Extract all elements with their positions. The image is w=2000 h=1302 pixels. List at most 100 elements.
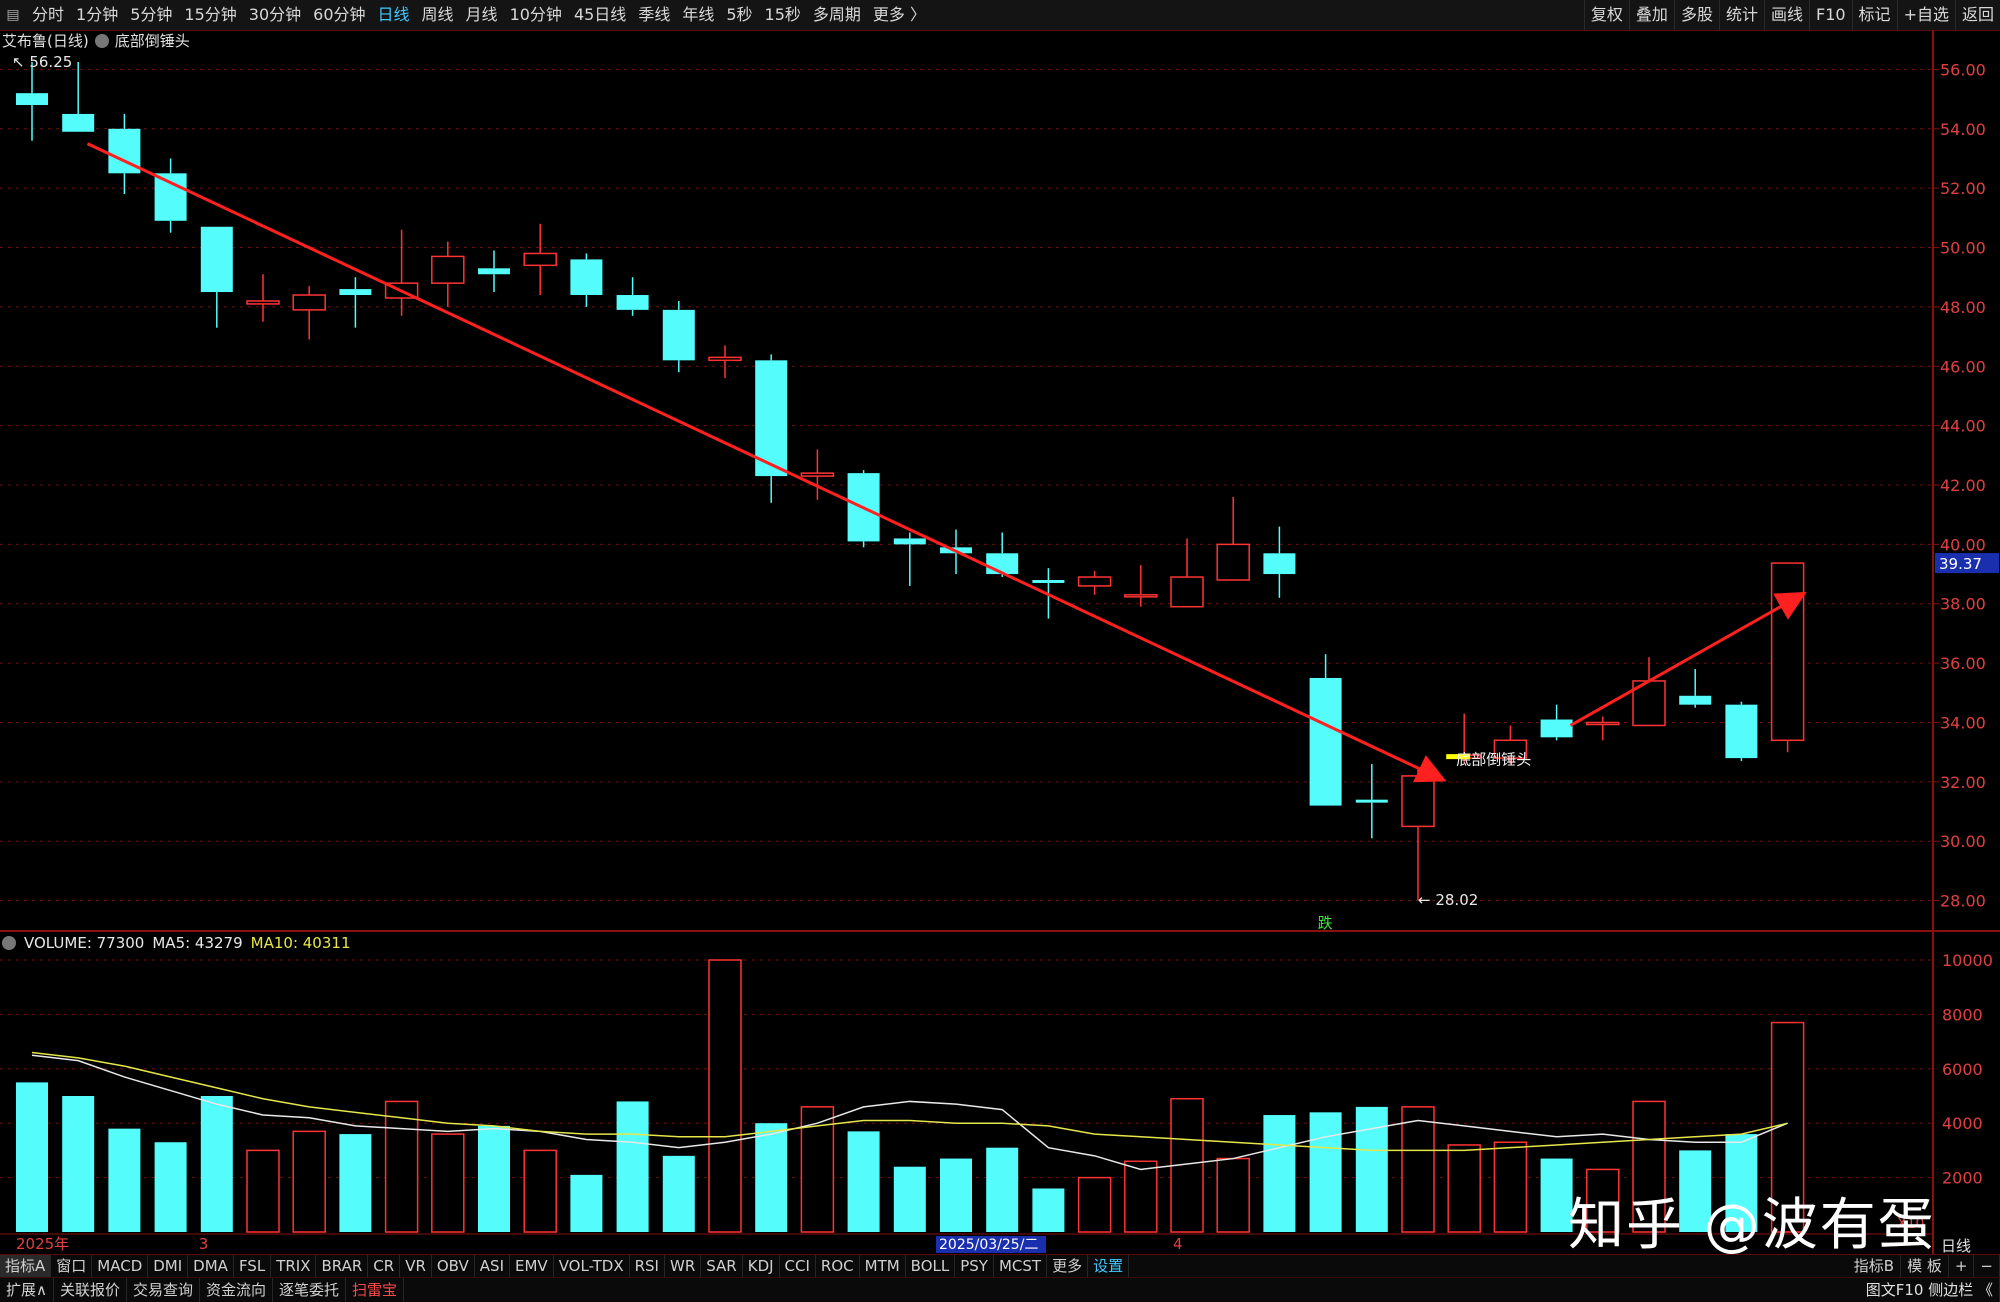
candle[interactable]	[1540, 704, 1573, 741]
candle[interactable]	[1170, 538, 1204, 608]
indicator-tab[interactable]: 更多	[1047, 1255, 1089, 1277]
candle[interactable]	[1770, 562, 1805, 753]
candle[interactable]	[1077, 571, 1112, 595]
candle-body	[708, 356, 742, 362]
bottom-tab[interactable]: 资金流向	[200, 1278, 274, 1302]
indicator-tab[interactable]: MTM	[860, 1255, 906, 1277]
candle-body	[1032, 579, 1065, 583]
volume-bar	[940, 1158, 972, 1232]
watermark: 知乎 @波有蛋	[1568, 1193, 1936, 1258]
candle[interactable]	[384, 229, 419, 316]
volume-bar	[1309, 1112, 1342, 1232]
candle[interactable]	[62, 62, 95, 132]
indicator-tab[interactable]: 窗口	[51, 1255, 93, 1277]
indicator-tab[interactable]: SAR	[701, 1255, 743, 1277]
price-axis-label: 46.00	[1940, 357, 1986, 376]
indicator-tab[interactable]: VR	[400, 1255, 432, 1277]
indicator-tab[interactable]: MCST	[994, 1255, 1048, 1277]
indicator-tab[interactable]: TRIX	[271, 1255, 317, 1277]
sidebar-toggle[interactable]: 图文F10 侧边栏 《	[1860, 1278, 2000, 1302]
indicator-tab[interactable]: FSL	[234, 1255, 272, 1277]
candle[interactable]	[662, 300, 695, 373]
indicator-tab[interactable]: CCI	[780, 1255, 816, 1277]
candle[interactable]	[154, 158, 187, 233]
bottom-tab[interactable]: 交易查询	[127, 1278, 201, 1302]
indicator-tab[interactable]: ASI	[475, 1255, 510, 1277]
candle-body	[1216, 543, 1250, 581]
candle-body	[339, 289, 372, 296]
price-axis-label: 32.00	[1940, 773, 1986, 792]
price-axis-label: 50.00	[1940, 239, 1986, 258]
indicator-right-button[interactable]: −	[1974, 1255, 2000, 1277]
event-label: 跌	[1318, 914, 1333, 932]
indicator-tab[interactable]: BOLL	[906, 1255, 956, 1277]
indicator-tab[interactable]: ROC	[816, 1255, 860, 1277]
indicator-right-button[interactable]: 指标B	[1848, 1255, 1902, 1277]
bottom-tab[interactable]: 逐笔委托	[273, 1278, 347, 1302]
volume-axis-label: 2000	[1942, 1169, 1983, 1188]
candle[interactable]	[1216, 496, 1250, 581]
indicator-tab[interactable]: 设置	[1088, 1255, 1130, 1277]
indicator-tab[interactable]: MACD	[92, 1255, 149, 1277]
date-label: 2025年	[16, 1235, 69, 1253]
volume-bar	[154, 1142, 187, 1232]
indicator-tab[interactable]: BRAR	[316, 1255, 369, 1277]
candle[interactable]	[1355, 764, 1388, 839]
bottom-tab[interactable]: 扫雷宝	[346, 1278, 405, 1302]
indicator-tab[interactable]: CR	[368, 1255, 401, 1277]
indicator-tab[interactable]: 指标A	[0, 1255, 52, 1277]
candle[interactable]	[1263, 526, 1296, 598]
candle[interactable]	[108, 113, 141, 195]
bottom-tab[interactable]: 扩展∧	[0, 1278, 54, 1302]
indicator-tab[interactable]: VOL-TDX	[554, 1255, 630, 1277]
indicator-tab[interactable]: OBV	[432, 1255, 475, 1277]
candle[interactable]	[893, 532, 926, 586]
candle[interactable]	[1632, 657, 1666, 727]
indicator-tab[interactable]: DMA	[188, 1255, 234, 1277]
indicator-right-button[interactable]: 模 板	[1901, 1255, 1949, 1277]
candle[interactable]	[1725, 701, 1758, 762]
candle[interactable]	[478, 250, 510, 293]
volume-bar	[1355, 1106, 1388, 1232]
volume-bar	[523, 1149, 557, 1233]
candle[interactable]	[1679, 669, 1712, 708]
candle[interactable]	[16, 62, 48, 141]
price-axis-label: 42.00	[1940, 476, 1986, 495]
indicator-tab[interactable]: WR	[665, 1255, 702, 1277]
candle[interactable]	[246, 274, 280, 322]
candle-body	[292, 294, 326, 311]
pattern-label: 底部倒锤头	[1456, 751, 1531, 769]
candle[interactable]	[616, 277, 649, 316]
indicator-tab[interactable]: RSI	[630, 1255, 665, 1277]
candle[interactable]	[339, 277, 372, 328]
candle[interactable]	[708, 345, 742, 379]
indicator-tab[interactable]: EMV	[510, 1255, 554, 1277]
indicator-tab[interactable]: KDJ	[743, 1255, 780, 1277]
volume-axis-label: 6000	[1942, 1060, 1983, 1079]
volume-bar	[1493, 1141, 1528, 1233]
volume-bar	[616, 1101, 649, 1232]
candle-body	[800, 472, 835, 477]
indicator-tab[interactable]: DMI	[148, 1255, 189, 1277]
candle[interactable]	[1124, 565, 1158, 607]
current-price-label: 39.37	[1939, 555, 1982, 573]
candle[interactable]	[755, 354, 788, 503]
period-label: 日线	[1941, 1237, 1971, 1254]
volume-bar	[1263, 1115, 1296, 1232]
candle[interactable]	[523, 223, 557, 296]
indicator-tab[interactable]: PSY	[955, 1255, 994, 1277]
volume-axis-label: 8000	[1942, 1005, 1983, 1024]
volume-bar	[292, 1130, 326, 1233]
candle[interactable]	[1586, 716, 1620, 741]
candle[interactable]	[292, 286, 326, 340]
candle[interactable]	[1401, 767, 1435, 900]
indicator-right-button[interactable]: +	[1949, 1255, 1975, 1277]
candle[interactable]	[570, 253, 603, 307]
candle[interactable]	[431, 241, 465, 307]
candle[interactable]	[986, 532, 1019, 578]
candle[interactable]	[200, 226, 233, 328]
candle-body	[893, 538, 926, 545]
kline-chart[interactable]: 56.00 54.00 52.00 50.00 48.00 46.00 44.00 42.00…	[0, 0, 2000, 1254]
bottom-tab[interactable]: 关联报价	[54, 1278, 127, 1302]
trend-arrow	[1569, 591, 1807, 727]
